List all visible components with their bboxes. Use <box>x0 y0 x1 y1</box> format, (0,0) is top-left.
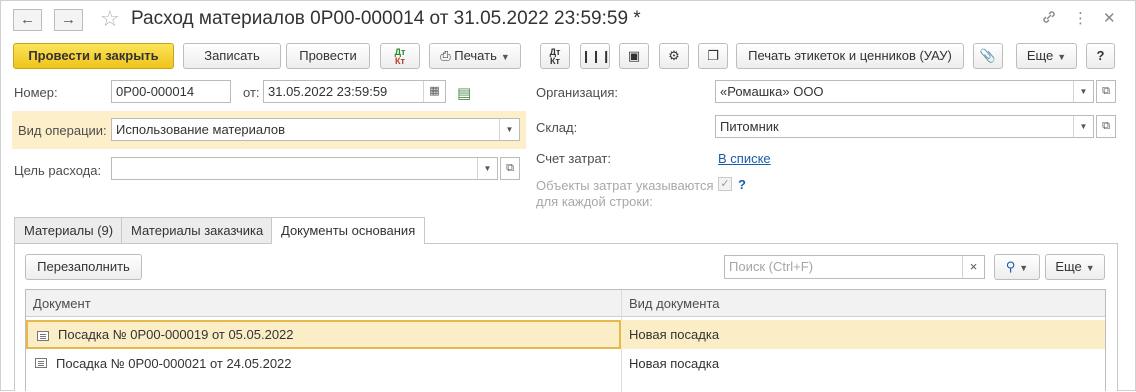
copy-button[interactable]: ❐ <box>698 43 728 69</box>
table-row[interactable]: Посадка № 0Р00-000019 от 05.05.2022 Нова… <box>26 320 1105 349</box>
doc-type-cell: Новая посадка <box>629 356 720 371</box>
paperclip-icon: 📎 <box>979 48 997 63</box>
document-cell[interactable]: Посадка № 0Р00-000021 от 24.05.2022 <box>26 349 621 378</box>
scanner-button[interactable]: ▣ <box>619 43 649 69</box>
cost-objects-checkbox[interactable]: ✓ <box>718 177 732 191</box>
organization-label: Организация: <box>536 85 619 100</box>
post-button[interactable]: Провести <box>286 43 370 69</box>
attach-button[interactable]: 📎 <box>973 43 1003 69</box>
warehouse-label: Склад: <box>536 120 578 135</box>
chevron-down-icon[interactable]: ▼ <box>1073 81 1093 102</box>
save-button[interactable]: Записать <box>183 43 281 69</box>
search-input[interactable]: Поиск (Ctrl+F) × <box>724 255 985 279</box>
barcode-button[interactable]: ❙❙❙ <box>580 43 612 69</box>
clear-icon[interactable]: × <box>962 256 984 278</box>
settings-button[interactable]: ⚙ <box>659 43 689 69</box>
document-cell[interactable]: Посадка № 0Р00-000019 от 05.05.2022 <box>26 320 621 349</box>
document-name: Посадка № 0Р00-000021 от 24.05.2022 <box>56 356 292 371</box>
date-value: 31.05.2022 23:59:59 <box>268 84 388 99</box>
more-vertical-icon[interactable]: ⋮ <box>1073 9 1088 29</box>
document-status-icon[interactable]: ▤ <box>457 84 471 104</box>
table-more-label: Еще <box>1055 259 1082 274</box>
chevron-down-icon: ▼ <box>1057 52 1067 62</box>
favorite-star-icon[interactable]: ☆ <box>100 6 120 32</box>
open-icon[interactable]: ⧉ <box>1096 80 1116 103</box>
date-field[interactable]: 31.05.2022 23:59:59 ▦ <box>263 80 446 103</box>
cost-account-label: Счет затрат: <box>536 151 611 166</box>
tab-customer-materials[interactable]: Материалы заказчика <box>121 217 274 243</box>
purpose-field[interactable]: ▼ <box>111 157 498 180</box>
print-labels-button[interactable]: Печать этикеток и ценников (УАУ) <box>736 43 964 69</box>
search-placeholder: Поиск (Ctrl+F) <box>729 259 814 274</box>
date-label: от: <box>243 85 260 100</box>
purpose-label: Цель расхода: <box>14 163 102 178</box>
print-label: Печать <box>454 48 497 63</box>
chevron-down-icon: ▼ <box>500 52 510 62</box>
help-question-icon[interactable]: ? <box>738 177 746 192</box>
dt-kt-icon: Дт Кт <box>394 47 406 66</box>
cost-objects-label-line1: Объекты затрат указываются <box>536 178 714 193</box>
window-title: Расход материалов 0Р00-000014 от 31.05.2… <box>131 8 641 29</box>
table-row[interactable]: Посадка № 0Р00-000021 от 24.05.2022 Нова… <box>26 349 1105 378</box>
chevron-down-icon[interactable]: ▼ <box>1073 116 1093 137</box>
organization-field[interactable]: «Ромашка» ООО ▼ <box>715 80 1094 103</box>
chevron-down-icon: ▼ <box>1085 263 1095 273</box>
gear-icon: ⚙ <box>668 48 680 63</box>
cost-account-link[interactable]: В списке <box>718 151 771 166</box>
cost-objects-label-line2: для каждой строки: <box>536 194 653 209</box>
forward-button[interactable]: → <box>54 9 83 31</box>
column-header-doc-type[interactable]: Вид документа <box>622 290 720 317</box>
open-icon[interactable]: ⧉ <box>1096 115 1116 138</box>
chevron-down-icon[interactable]: ▼ <box>499 119 519 140</box>
doc-type-cell: Новая посадка <box>629 327 720 342</box>
warehouse-field[interactable]: Питомник ▼ <box>715 115 1094 138</box>
tab-base-documents[interactable]: Документы основания <box>271 217 426 244</box>
copy-icon: ❐ <box>707 48 719 63</box>
arrow-right-icon: → <box>61 11 76 28</box>
number-label: Номер: <box>14 85 58 100</box>
refill-button[interactable]: Перезаполнить <box>25 254 142 280</box>
more-button[interactable]: Еще ▼ <box>1016 43 1077 69</box>
chevron-down-icon[interactable]: ▼ <box>477 158 497 179</box>
warehouse-value: Питомник <box>720 119 779 134</box>
dt-kt-report-button[interactable]: Дт Кт <box>540 43 570 69</box>
number-value: 0Р00-000014 <box>116 84 195 99</box>
tab-materials[interactable]: Материалы (9) <box>14 217 124 243</box>
barcode-icon: ❙❙❙ <box>581 49 612 63</box>
dt-kt-button[interactable]: Дт Кт <box>380 43 420 69</box>
link-icon[interactable] <box>1041 9 1057 31</box>
operation-type-label: Вид операции: <box>18 123 107 138</box>
organization-value: «Ромашка» ООО <box>720 84 824 99</box>
chevron-down-icon: ▼ <box>1019 263 1029 273</box>
documents-table: Документ Вид документа Посадка № 0Р00-00… <box>25 289 1106 392</box>
search-button[interactable]: ⚲ ▼ <box>994 254 1040 280</box>
arrow-left-icon: ← <box>20 11 35 28</box>
open-icon[interactable]: ⧉ <box>500 157 520 180</box>
document-icon <box>37 331 49 341</box>
scanner-icon: ▣ <box>627 48 641 63</box>
operation-type-select[interactable]: Использование материалов ▼ <box>111 118 520 141</box>
back-button[interactable]: ← <box>13 9 42 31</box>
help-button[interactable]: ? <box>1086 43 1115 69</box>
calendar-icon[interactable]: ▦ <box>423 81 445 102</box>
search-icon: ⚲ <box>1005 259 1016 274</box>
more-label: Еще <box>1026 48 1054 63</box>
print-button[interactable]: ⎙ Печать ▼ <box>429 43 521 69</box>
number-field[interactable]: 0Р00-000014 <box>111 80 231 103</box>
document-icon <box>35 358 47 368</box>
close-icon[interactable]: ✕ <box>1103 9 1116 29</box>
post-and-close-button[interactable]: Провести и закрыть <box>13 43 174 69</box>
column-header-document[interactable]: Документ <box>26 290 91 317</box>
dt-kt-report-icon: Дт Кт <box>549 47 561 66</box>
printer-icon: ⎙ <box>440 48 451 63</box>
table-header: Документ Вид документа <box>26 290 1105 317</box>
table-more-button[interactable]: Еще ▼ <box>1045 254 1105 280</box>
document-name: Посадка № 0Р00-000019 от 05.05.2022 <box>58 327 294 342</box>
operation-type-value: Использование материалов <box>116 122 286 137</box>
